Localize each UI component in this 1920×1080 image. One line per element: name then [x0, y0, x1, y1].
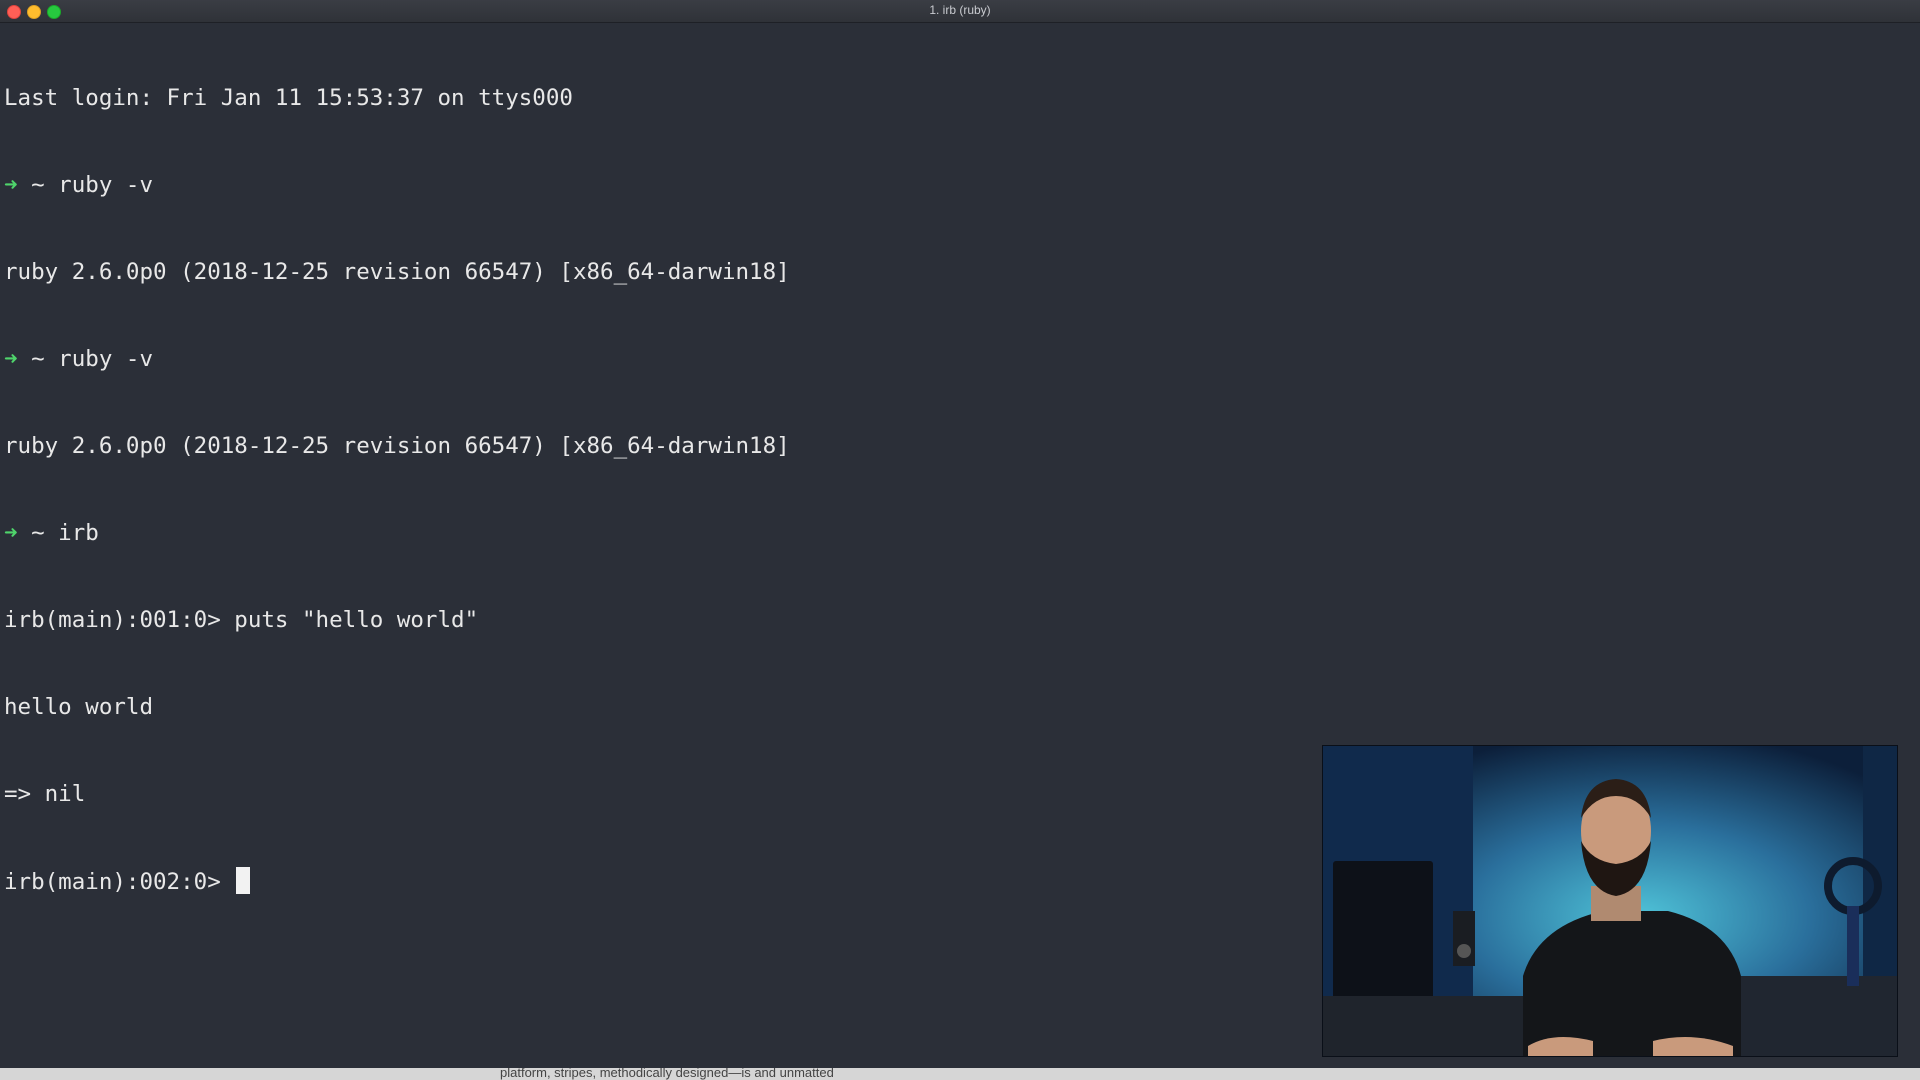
line-text: ~ irb: [17, 520, 99, 546]
prompt-arrow-icon: ➜: [4, 346, 18, 372]
line-text: ~ ruby -v: [17, 346, 154, 372]
line-text: irb(main):001:0> puts "hello world": [4, 607, 479, 633]
line-text: Last login: Fri Jan 11 15:53:37 on ttys0…: [4, 85, 573, 111]
irb-prompt: irb(main):002:0>: [4, 869, 235, 895]
line-text: ruby 2.6.0p0 (2018-12-25 revision 66547)…: [4, 433, 790, 459]
prompt-arrow-icon: ➜: [4, 172, 18, 198]
presenter-video-icon: [1323, 746, 1897, 1056]
line-text: => nil: [4, 781, 86, 807]
line-text: ~ ruby -v: [17, 172, 154, 198]
terminal-window: 1. irb (ruby) Last login: Fri Jan 11 15:…: [0, 0, 1920, 1080]
terminal-line: hello world: [4, 693, 1904, 722]
line-text: ruby 2.6.0p0 (2018-12-25 revision 66547)…: [4, 259, 790, 285]
webcam-overlay: [1322, 745, 1898, 1057]
prompt-arrow-icon: ➜: [4, 520, 18, 546]
title-bar[interactable]: 1. irb (ruby): [0, 0, 1920, 23]
terminal-line: ruby 2.6.0p0 (2018-12-25 revision 66547)…: [4, 432, 1904, 461]
terminal-line: irb(main):001:0> puts "hello world": [4, 606, 1904, 635]
text-cursor: [236, 867, 251, 894]
terminal-line: ➜ ~ irb: [4, 519, 1904, 548]
terminal-line: ruby 2.6.0p0 (2018-12-25 revision 66547)…: [4, 258, 1904, 287]
terminal-line: ➜ ~ ruby -v: [4, 345, 1904, 374]
window-title: 1. irb (ruby): [929, 3, 991, 17]
terminal-line: ➜ ~ ruby -v: [4, 171, 1904, 200]
terminal-line: Last login: Fri Jan 11 15:53:37 on ttys0…: [4, 84, 1904, 113]
caption-text: platform, stripes, methodically designed…: [500, 1068, 834, 1080]
bottom-caption-bar: platform, stripes, methodically designed…: [0, 1068, 1920, 1080]
line-text: hello world: [4, 694, 154, 720]
